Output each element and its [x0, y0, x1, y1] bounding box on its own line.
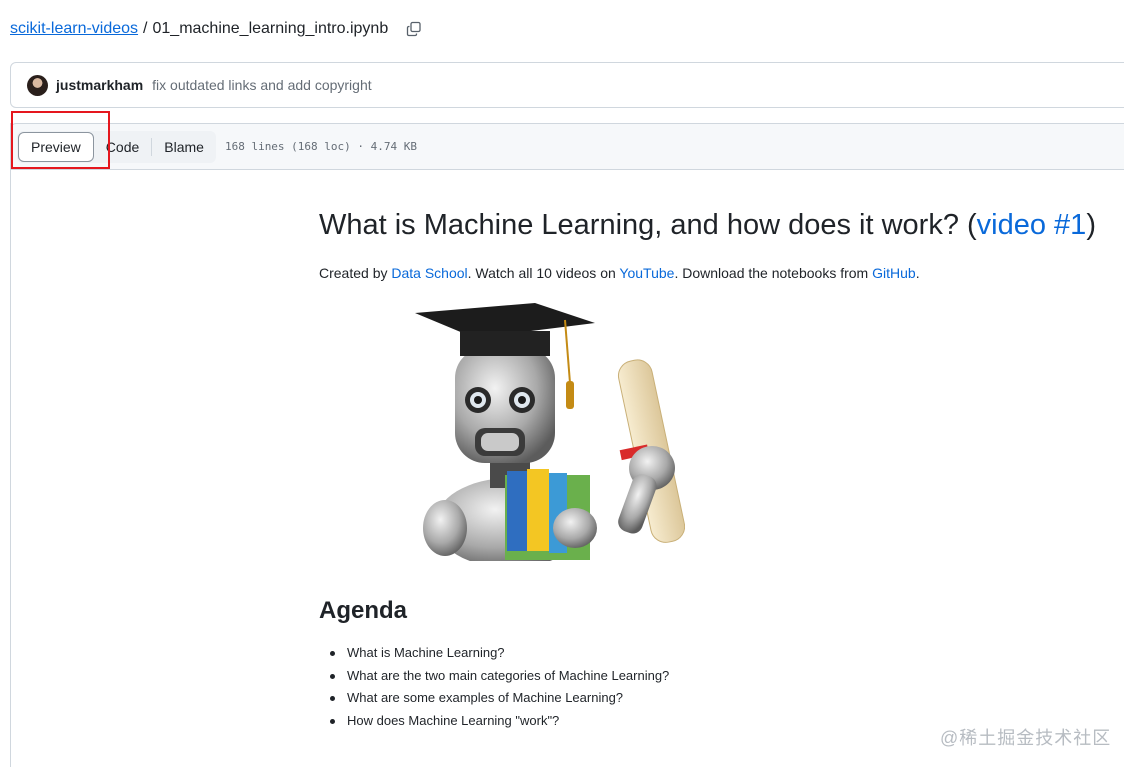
- avatar[interactable]: [27, 74, 48, 96]
- title-text: What is Machine Learning, and how does i…: [319, 209, 977, 241]
- file-header: Preview Code Blame 168 lines (168 loc) ·…: [10, 123, 1124, 170]
- copy-path-icon[interactable]: [404, 19, 424, 39]
- breadcrumb: scikit-learn-videos / 01_machine_learnin…: [10, 18, 388, 40]
- watermark: @稀土掘金技术社区: [940, 728, 1112, 748]
- tab-blame[interactable]: Blame: [152, 131, 216, 163]
- data-school-link[interactable]: Data School: [391, 265, 467, 281]
- title-suffix: ): [1086, 209, 1096, 241]
- video-link[interactable]: video #1: [977, 209, 1087, 241]
- agenda-list: What is Machine Learning? What are the t…: [329, 642, 669, 733]
- page-title: What is Machine Learning, and how does i…: [319, 205, 1119, 245]
- file-meta: 168 lines (168 loc) · 4.74 KB: [224, 140, 418, 153]
- annotation-highlight-box: [11, 111, 110, 169]
- latest-commit-bar: justmarkham fix outdated links and add c…: [10, 62, 1124, 108]
- agenda-item: What is Machine Learning?: [329, 642, 669, 665]
- agenda-item: How does Machine Learning "work"?: [329, 710, 669, 733]
- intro-text-2: . Watch all 10 videos on: [467, 265, 620, 281]
- intro-text-4: .: [915, 265, 920, 281]
- notebook-content: What is Machine Learning, and how does i…: [319, 205, 1119, 281]
- robot-graduate-image: [415, 303, 686, 568]
- intro-text-3: . Download the notebooks from: [674, 265, 873, 281]
- agenda-item: What are some examples of Machine Learni…: [329, 687, 669, 710]
- commit-message[interactable]: fix outdated links and add copyright: [152, 77, 371, 93]
- breadcrumb-separator: /: [143, 20, 148, 37]
- github-link[interactable]: GitHub: [872, 265, 916, 281]
- breadcrumb-file-name: 01_machine_learning_intro.ipynb: [152, 20, 389, 37]
- youtube-link[interactable]: YouTube: [619, 265, 674, 281]
- breadcrumb-repo-link[interactable]: scikit-learn-videos: [10, 20, 138, 38]
- intro-text-1: Created by: [319, 265, 392, 281]
- commit-author[interactable]: justmarkham: [56, 77, 143, 93]
- intro-paragraph: Created by Data School. Watch all 10 vid…: [319, 265, 1119, 281]
- agenda-item: What are the two main categories of Mach…: [329, 665, 669, 688]
- agenda-heading: Agenda: [319, 597, 408, 624]
